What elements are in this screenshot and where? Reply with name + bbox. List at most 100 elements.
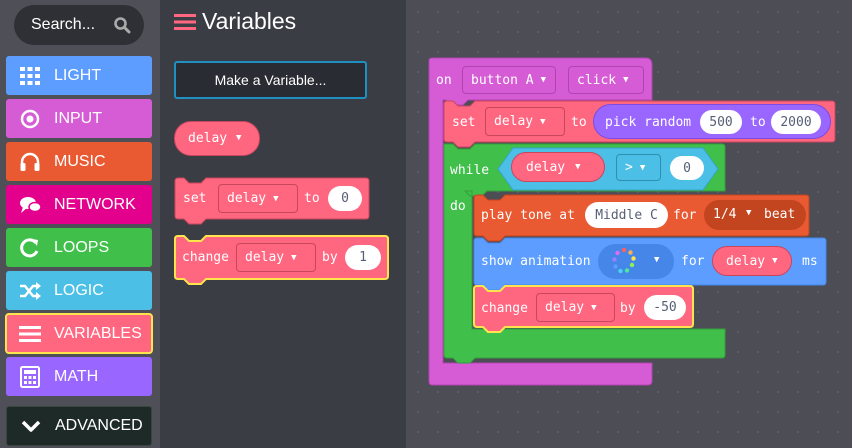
category-label: MATH xyxy=(54,367,99,385)
code-workspace[interactable]: on button A ▼ click ▼ set delay ▼ to pic… xyxy=(406,0,852,448)
to-keyword: to xyxy=(304,191,320,206)
variable-reporter[interactable]: delay ▼ xyxy=(511,152,605,182)
category-label: MUSIC xyxy=(54,152,106,170)
refresh-icon xyxy=(20,237,39,257)
animation-picker[interactable]: ▼ xyxy=(598,244,674,279)
action-name: click xyxy=(577,72,617,88)
beat-label: beat xyxy=(764,207,796,222)
category-loops[interactable]: LOOPS xyxy=(6,228,152,267)
variable-dropdown[interactable]: delay ▼ xyxy=(536,293,615,322)
max-input[interactable]: 2000 xyxy=(771,110,821,134)
button-dropdown[interactable]: button A ▼ xyxy=(462,66,556,94)
search-box[interactable]: Search... xyxy=(14,5,144,45)
to-keyword: to xyxy=(571,115,587,130)
value-input[interactable]: 0 xyxy=(328,186,362,211)
dropdown-arrow-icon: ▼ xyxy=(639,162,646,173)
category-music[interactable]: MUSIC xyxy=(6,142,152,181)
chat-bubbles-icon xyxy=(20,196,42,213)
play-tone-block[interactable]: play tone at Middle C for 1/4 ▼ beat xyxy=(473,194,811,242)
variable-dropdown[interactable]: delay ▼ xyxy=(218,184,298,213)
category-label: NETWORK xyxy=(54,195,136,213)
category-network[interactable]: NETWORK xyxy=(6,185,152,224)
on-keyword: on xyxy=(436,73,452,88)
pick-random-block[interactable]: pick random 500 to 2000 xyxy=(593,104,831,139)
dropdown-arrow-icon: ▼ xyxy=(654,255,660,265)
category-label: LOOPS xyxy=(54,238,110,256)
dropdown-arrow-icon: ▼ xyxy=(273,193,279,204)
play-tone-label: play tone at xyxy=(481,208,575,223)
operator-dropdown[interactable]: > ▼ xyxy=(616,154,661,181)
category-label: LOGIC xyxy=(54,281,104,299)
action-dropdown[interactable]: click ▼ xyxy=(568,66,644,94)
list-icon xyxy=(19,325,41,342)
category-light[interactable]: LIGHT xyxy=(6,56,152,95)
while-keyword: while xyxy=(450,163,490,178)
variable-dropdown[interactable]: delay ▼ xyxy=(236,243,316,272)
category-label: INPUT xyxy=(54,109,102,127)
dropdown-arrow-icon: ▼ xyxy=(540,116,546,127)
flyout-title-text: Variables xyxy=(202,8,297,34)
dropdown-arrow-icon: ▼ xyxy=(623,75,629,85)
variable-name: delay xyxy=(545,300,585,315)
change-variable-block[interactable]: change delay ▼ by -50 xyxy=(473,285,695,333)
dropdown-arrow-icon: ▼ xyxy=(772,256,778,266)
variable-name: delay xyxy=(245,250,285,265)
radio-target-icon xyxy=(20,109,40,128)
grid-icon xyxy=(20,66,40,85)
category-math[interactable]: MATH xyxy=(6,357,152,396)
show-animation-block[interactable]: show animation ▼ for delay ▼ ms xyxy=(473,237,827,291)
change-keyword: change xyxy=(182,250,229,265)
set-variable-block[interactable]: set delay ▼ to pick random 500 to 2000 xyxy=(443,100,837,148)
advanced-toggle[interactable]: ADVANCED xyxy=(6,406,152,446)
chevron-down-icon xyxy=(21,420,41,432)
change-variable-block[interactable]: change delay ▼ by 1 xyxy=(174,235,390,285)
dropdown-arrow-icon: ▼ xyxy=(291,252,297,263)
animation-ring-icon xyxy=(612,247,636,274)
beat-block[interactable]: 1/4 ▼ beat xyxy=(704,200,806,230)
variable-name: delay xyxy=(526,159,566,175)
variable-name: delay xyxy=(188,131,228,146)
set-keyword: set xyxy=(183,191,207,206)
dropdown-arrow-icon: ▼ xyxy=(746,208,752,218)
dropdown-arrow-icon: ▼ xyxy=(540,75,547,85)
show-animation-label: show animation xyxy=(481,254,591,269)
shuffle-icon xyxy=(20,281,41,300)
set-variable-block[interactable]: set delay ▼ to 0 xyxy=(174,177,370,225)
category-logic[interactable]: LOGIC xyxy=(6,271,152,310)
list-icon xyxy=(174,13,196,30)
make-variable-button[interactable]: Make a Variable... xyxy=(174,61,367,99)
variable-name: delay xyxy=(726,253,766,269)
category-label: VARIABLES xyxy=(54,324,142,342)
dropdown-arrow-icon: ▼ xyxy=(236,133,242,143)
dropdown-arrow-icon: ▼ xyxy=(575,162,581,172)
value-input[interactable]: 1 xyxy=(345,245,381,270)
pick-random-label: pick random xyxy=(605,115,692,130)
min-input[interactable]: 500 xyxy=(700,110,742,134)
category-input[interactable]: INPUT xyxy=(6,99,152,138)
variable-dropdown[interactable]: delay ▼ xyxy=(485,107,565,136)
by-keyword: by xyxy=(322,250,338,265)
category-sidebar: Search... LIGHT INPUT MUSIC NETWORK LOOP… xyxy=(0,0,160,448)
note-input[interactable]: Middle C xyxy=(585,202,668,228)
compare-value-input[interactable]: 0 xyxy=(670,156,704,180)
dropdown-arrow-icon: ▼ xyxy=(591,302,597,313)
variable-reporter-block[interactable]: delay ▼ xyxy=(174,121,260,156)
search-icon[interactable] xyxy=(113,16,131,34)
category-variables[interactable]: VARIABLES xyxy=(5,313,153,354)
variable-reporter[interactable]: delay ▼ xyxy=(712,246,792,276)
beat-value: 1/4 xyxy=(713,207,737,222)
operator-value: > xyxy=(625,160,633,175)
variable-name: delay xyxy=(494,114,534,129)
button-name: button A xyxy=(471,72,534,88)
headphones-icon xyxy=(20,152,40,171)
to-keyword: to xyxy=(750,115,766,130)
do-keyword: do xyxy=(450,199,466,214)
variables-flyout: Variables Make a Variable... delay ▼ set… xyxy=(160,0,406,448)
ms-label: ms xyxy=(802,254,818,269)
value-input[interactable]: -50 xyxy=(644,295,686,320)
set-keyword: set xyxy=(452,115,476,130)
for-keyword: for xyxy=(673,208,697,223)
by-keyword: by xyxy=(620,301,636,316)
calculator-icon xyxy=(20,365,40,388)
for-keyword: for xyxy=(681,254,705,269)
